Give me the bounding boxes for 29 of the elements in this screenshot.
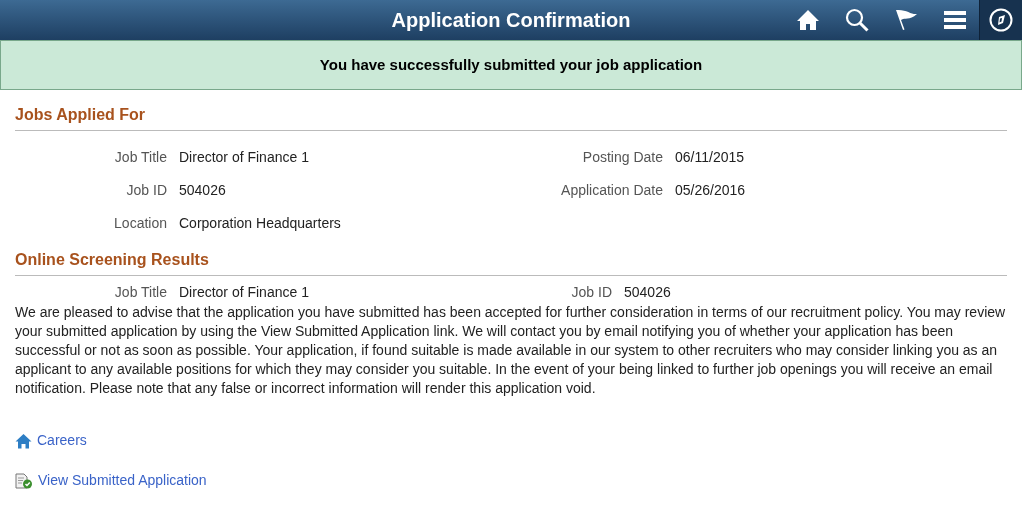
link[interactable]: View Submitted Application — [15, 470, 207, 491]
menu-icon — [943, 11, 966, 29]
section-heading: Online Screening Results — [15, 248, 1007, 276]
screening-message: We are pleased to advise that the application you have submitted has been accepted for further consideration in terms of our recruitment policy. You may review your submitted application by using the View Submitted Application link. We will contact you by email notifying you of whether your application has been successful or not as soon as possible. Your application, if found suitable is made available in our system to other recruiters who may consider linking you as an applicant to any available positions for which they may consider you suitable. In the event of your being linked to further job openings you will receive an email notification. Please note that any false or incorrect information will render this application void. — [15, 303, 1007, 398]
field-label: Posting Date — [581, 148, 663, 167]
flag-icon — [893, 8, 918, 32]
field-value: Director of Finance 1 — [179, 282, 309, 302]
field-value: 06/11/2015 — [675, 148, 745, 167]
field-label: Job ID — [125, 181, 167, 200]
navigation-button[interactable] — [979, 0, 1022, 40]
home-icon — [15, 432, 32, 449]
field-value: 504026 — [624, 282, 671, 302]
document-check-icon — [15, 472, 33, 489]
field-value: Corporation Headquarters — [179, 214, 341, 233]
field-label: Job Title — [113, 282, 167, 302]
field-value: 504026 — [179, 181, 226, 200]
field-label: Job ID — [570, 282, 612, 302]
field-label: Location — [113, 214, 167, 233]
search-icon — [844, 8, 869, 32]
page-title: Application Confirmation — [391, 8, 631, 33]
home-icon — [795, 9, 820, 31]
section-heading: Jobs Applied For — [15, 103, 1007, 131]
field-value: Director of Finance 1 — [179, 148, 309, 167]
field-label: Job Title — [113, 148, 167, 167]
field-value: 05/26/2016 — [675, 181, 746, 200]
field-label: Application Date — [560, 181, 663, 200]
link[interactable]: Careers — [15, 430, 87, 451]
compass-icon — [989, 8, 1013, 32]
success-message: You have successfully submitted your job application — [319, 54, 703, 75]
